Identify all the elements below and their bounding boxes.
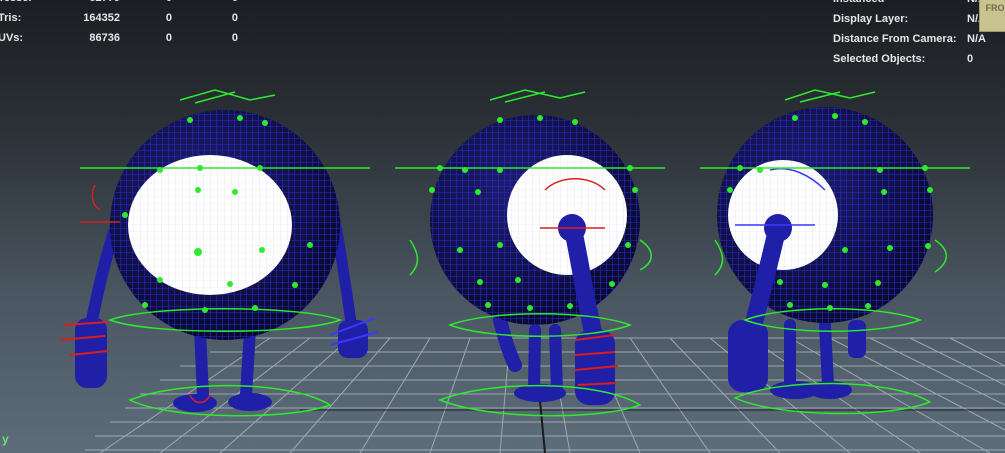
hud-stat-value: 82779 bbox=[56, 0, 120, 8]
axis-indicator: y bbox=[2, 432, 9, 446]
hud-detail-label: Instanced bbox=[833, 0, 884, 9]
hud-stat-value: 86736 bbox=[89, 32, 120, 44]
hud-stat-value: 0 bbox=[165, 32, 172, 44]
hud-stat-label: Tris: bbox=[0, 12, 22, 24]
view-cube[interactable]: FRO bbox=[979, 0, 1005, 32]
hud-detail-label: Selected Objects: bbox=[833, 53, 926, 65]
hud-detail-value: 0 bbox=[967, 53, 974, 65]
viewport-3d[interactable]: Tessel 82779 0 0 Tris: 164352 0 0 UVs: 8… bbox=[0, 0, 1005, 453]
hud-detail-label: Distance From Camera: bbox=[833, 33, 957, 45]
hud-stat-value: 0 bbox=[148, 0, 172, 8]
hud-detail-value: N/A bbox=[967, 33, 986, 45]
hud-stat-value: 0 bbox=[165, 12, 172, 24]
hud-stat-label: Tessel bbox=[0, 0, 31, 8]
hud-stat-value: 164352 bbox=[83, 12, 120, 24]
hud-detail-label: Display Layer: bbox=[833, 13, 909, 25]
hud-stat-value: 0 bbox=[231, 12, 238, 24]
character-rig-1[interactable] bbox=[59, 89, 379, 417]
hud-stat-value: 0 bbox=[231, 32, 238, 44]
hud-stat-label: UVs: bbox=[0, 32, 24, 44]
hud-stat-value: 0 bbox=[216, 0, 238, 8]
character-rig-2[interactable] bbox=[395, 89, 665, 417]
character-rig-3[interactable] bbox=[700, 89, 970, 415]
